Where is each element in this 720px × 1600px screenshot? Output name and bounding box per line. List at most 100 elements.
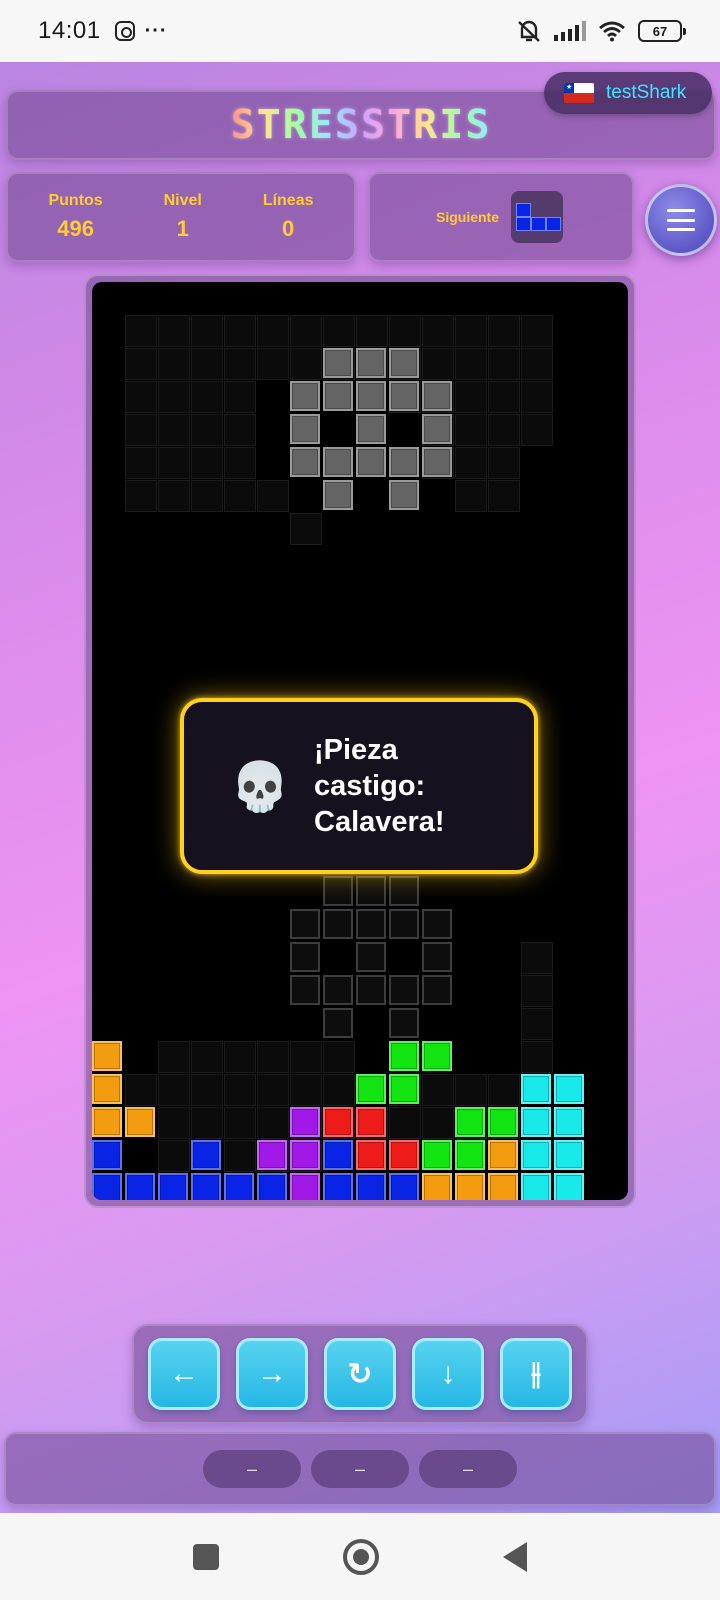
board-empty-cell bbox=[125, 348, 157, 380]
powerup-slot-1[interactable]: – bbox=[203, 1450, 301, 1488]
skull-piece-block bbox=[323, 348, 353, 378]
ghost-piece-block bbox=[389, 876, 419, 906]
board-empty-cell bbox=[158, 1074, 190, 1106]
board-empty-cell bbox=[158, 480, 190, 512]
lines-stat: Líneas 0 bbox=[263, 192, 314, 242]
board-empty-cell bbox=[191, 414, 223, 446]
stacked-block bbox=[125, 1173, 155, 1200]
menu-button[interactable] bbox=[645, 184, 717, 256]
skull-piece-block bbox=[290, 447, 320, 477]
stacked-block bbox=[488, 1173, 518, 1200]
board-empty-cell bbox=[224, 1140, 256, 1172]
board-empty-cell bbox=[257, 1074, 289, 1106]
board-empty-cell bbox=[191, 381, 223, 413]
stacked-block bbox=[323, 1107, 353, 1137]
hold-button[interactable]: ⫲ bbox=[500, 1338, 572, 1410]
board-empty-cell bbox=[323, 315, 355, 347]
instagram-icon bbox=[114, 21, 135, 41]
ghost-piece-block bbox=[290, 909, 320, 939]
stacked-block bbox=[257, 1173, 287, 1200]
board-empty-cell bbox=[191, 315, 223, 347]
board-empty-cell bbox=[488, 381, 520, 413]
board-empty-cell bbox=[356, 315, 388, 347]
skull-piece-block bbox=[422, 447, 452, 477]
board-empty-cell bbox=[191, 447, 223, 479]
board-empty-cell bbox=[158, 447, 190, 479]
board-empty-cell bbox=[158, 1140, 190, 1172]
board-empty-cell bbox=[224, 381, 256, 413]
ghost-piece-block bbox=[323, 876, 353, 906]
board-empty-cell bbox=[521, 1008, 553, 1040]
board-empty-cell bbox=[290, 1074, 322, 1106]
skull-piece-block bbox=[290, 381, 320, 411]
skull-piece-block bbox=[389, 480, 419, 510]
stacked-block bbox=[554, 1107, 584, 1137]
home-icon[interactable] bbox=[343, 1538, 379, 1575]
username: testShark bbox=[606, 82, 687, 103]
skull-piece-block bbox=[389, 381, 419, 411]
board-empty-cell bbox=[224, 480, 256, 512]
stacked-block bbox=[521, 1107, 551, 1137]
stacked-block bbox=[92, 1041, 122, 1071]
board-empty-cell bbox=[389, 1107, 421, 1139]
ghost-piece-block bbox=[323, 909, 353, 939]
board-empty-cell bbox=[257, 315, 289, 347]
stacked-block bbox=[356, 1074, 386, 1104]
board-empty-cell bbox=[323, 1041, 355, 1073]
wifi-icon bbox=[599, 21, 625, 42]
next-piece-preview bbox=[511, 191, 564, 243]
board-empty-cell bbox=[191, 1041, 223, 1073]
board-empty-cell bbox=[158, 315, 190, 347]
board-empty-cell bbox=[290, 348, 322, 380]
level-value: 1 bbox=[176, 216, 189, 241]
rotate-button[interactable]: ↻ bbox=[324, 1338, 396, 1410]
board-empty-cell bbox=[257, 348, 289, 380]
board-empty-cell bbox=[521, 315, 553, 347]
stacked-block bbox=[92, 1107, 122, 1137]
drop-button[interactable]: ↓ bbox=[412, 1338, 484, 1410]
board-empty-cell bbox=[257, 1107, 289, 1139]
board-empty-cell bbox=[521, 414, 553, 446]
points-stat: Puntos 496 bbox=[48, 192, 102, 242]
board-empty-cell bbox=[125, 480, 157, 512]
user-chip[interactable]: ★ testShark bbox=[544, 72, 712, 114]
ghost-piece-block bbox=[323, 1008, 353, 1038]
board-empty-cell bbox=[191, 1074, 223, 1106]
stacked-block bbox=[290, 1107, 320, 1137]
powerup-slot-3[interactable]: – bbox=[419, 1450, 517, 1488]
stacked-block bbox=[455, 1140, 485, 1170]
board-empty-cell bbox=[488, 348, 520, 380]
ghost-piece-block bbox=[422, 975, 452, 1005]
move-left-button[interactable]: ← bbox=[148, 1338, 220, 1410]
powerups-panel: – – – bbox=[4, 1432, 716, 1506]
board-empty-cell bbox=[191, 1107, 223, 1139]
skull-piece-block bbox=[389, 447, 419, 477]
skull-piece-block bbox=[356, 414, 386, 444]
game-logo: STRESSTRIS bbox=[230, 102, 492, 148]
board-empty-cell bbox=[158, 381, 190, 413]
board-empty-cell bbox=[158, 1041, 190, 1073]
ghost-piece-block bbox=[422, 909, 452, 939]
powerup-slot-2[interactable]: – bbox=[311, 1450, 409, 1488]
skull-piece-block bbox=[323, 447, 353, 477]
board-empty-cell bbox=[455, 414, 487, 446]
ghost-piece-block bbox=[356, 942, 386, 972]
stacked-block bbox=[389, 1074, 419, 1104]
stacked-block bbox=[290, 1140, 320, 1170]
board-empty-cell bbox=[257, 1041, 289, 1073]
stacked-block bbox=[356, 1173, 386, 1200]
stacked-block bbox=[488, 1140, 518, 1170]
move-right-button[interactable]: → bbox=[236, 1338, 308, 1410]
board-empty-cell bbox=[125, 315, 157, 347]
stacked-block bbox=[323, 1140, 353, 1170]
level-stat: Nivel 1 bbox=[164, 192, 202, 242]
skull-piece-block bbox=[323, 381, 353, 411]
recents-icon[interactable] bbox=[193, 1543, 219, 1570]
board-empty-cell bbox=[224, 414, 256, 446]
board-empty-cell bbox=[488, 1074, 520, 1106]
board-empty-cell bbox=[488, 315, 520, 347]
board-empty-cell bbox=[455, 381, 487, 413]
board-empty-cell bbox=[455, 480, 487, 512]
stacked-block bbox=[158, 1173, 188, 1200]
back-icon[interactable] bbox=[503, 1541, 527, 1572]
